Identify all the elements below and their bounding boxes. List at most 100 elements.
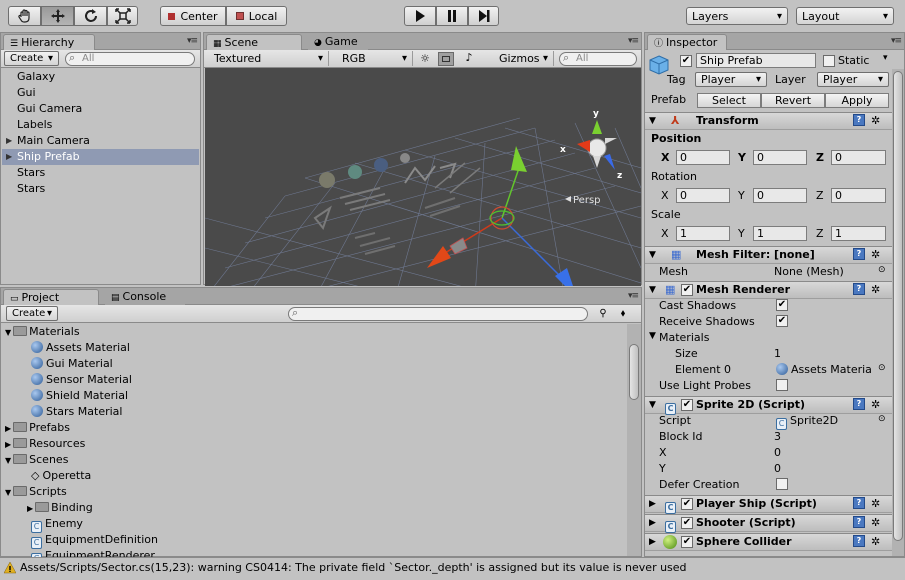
shooter-enabled-checkbox[interactable]: ✔: [681, 517, 693, 529]
panel-menu-icon[interactable]: ▾≡: [891, 36, 902, 46]
sprite2d-header[interactable]: ▼ C ✔ Sprite 2D (Script) ? ✲: [645, 396, 904, 415]
tab-game[interactable]: ◕ Game: [308, 34, 368, 50]
folder-closed-arrow-icon[interactable]: ▶: [5, 440, 11, 449]
rotation-x-field[interactable]: 0: [676, 188, 730, 203]
help-book-icon[interactable]: ?: [853, 497, 865, 509]
rotate-tool-button[interactable]: [74, 6, 107, 26]
object-picker-icon[interactable]: ⊙: [878, 363, 886, 373]
object-picker-icon[interactable]: ⊙: [878, 414, 886, 424]
settings-gear-icon[interactable]: ✲: [871, 247, 880, 263]
folder-open-arrow-icon[interactable]: ▼: [5, 328, 11, 337]
settings-gear-icon[interactable]: ✲: [871, 113, 880, 129]
block-id-field[interactable]: 3: [774, 430, 781, 443]
move-gizmo[interactable]: [427, 146, 577, 286]
sphere-collider-enabled-checkbox[interactable]: ✔: [681, 536, 693, 548]
mesh-filter-header[interactable]: ▼ ▦ Mesh Filter: [none] ? ✲: [645, 246, 904, 264]
materials-foldout-icon[interactable]: ▼: [649, 331, 656, 341]
project-item[interactable]: Sensor Material: [31, 372, 132, 388]
play-button[interactable]: [404, 6, 436, 26]
project-item[interactable]: ▼ Materials: [5, 324, 80, 340]
step-button[interactable]: [468, 6, 499, 26]
tab-inspector[interactable]: ⓘ Inspector: [647, 34, 727, 50]
receive-shadows-checkbox[interactable]: ✔: [776, 315, 788, 327]
folder-closed-arrow-icon[interactable]: ▶: [5, 424, 11, 433]
hierarchy-item[interactable]: Stars: [2, 165, 199, 181]
project-item[interactable]: ▶ Binding: [27, 500, 93, 516]
static-dropdown-arrow-icon[interactable]: ▾: [883, 53, 888, 63]
prefab-apply-button[interactable]: Apply: [825, 93, 889, 108]
project-item[interactable]: ▶ Prefabs: [5, 420, 70, 436]
gizmos-dropdown[interactable]: Gizmos: [494, 51, 554, 66]
sprite2d-enabled-checkbox[interactable]: ✔: [681, 399, 693, 411]
tab-scene[interactable]: ▦ Scene: [206, 34, 302, 50]
use-light-probes-checkbox[interactable]: [776, 379, 788, 391]
sphere-collider-header[interactable]: ▶ ✔ Sphere Collider ? ✲: [645, 533, 904, 551]
help-book-icon[interactable]: ?: [853, 516, 865, 528]
object-name-field[interactable]: Ship Prefab: [696, 53, 816, 68]
project-item[interactable]: C Enemy: [31, 516, 83, 533]
status-bar[interactable]: Assets/Scripts/Sector.cs(15,23): warning…: [0, 557, 905, 577]
help-book-icon[interactable]: ?: [853, 248, 865, 260]
pivot-center-button[interactable]: Center: [160, 6, 226, 26]
project-scrollbar-thumb[interactable]: [629, 344, 639, 400]
shooter-header[interactable]: ▶ C ✔ Shooter (Script) ? ✲: [645, 514, 904, 533]
project-item[interactable]: ▼ Scripts: [5, 484, 67, 500]
image-effects-toggle-icon[interactable]: [438, 52, 454, 66]
sprite-x-field[interactable]: 0: [774, 446, 781, 459]
project-item[interactable]: Shield Material: [31, 388, 128, 404]
hierarchy-item[interactable]: Labels: [2, 117, 199, 133]
expand-arrow-icon[interactable]: ▶: [6, 149, 12, 165]
player-ship-enabled-checkbox[interactable]: ✔: [681, 498, 693, 510]
project-item[interactable]: ▼ Scenes: [5, 452, 68, 468]
folder-open-arrow-icon[interactable]: ▼: [5, 456, 11, 465]
project-item[interactable]: ▶ Resources: [5, 436, 85, 452]
position-z-field[interactable]: 0: [831, 150, 886, 165]
layers-dropdown[interactable]: Layers: [686, 7, 788, 25]
panel-menu-icon[interactable]: ▾≡: [628, 291, 639, 301]
cast-shadows-checkbox[interactable]: ✔: [776, 299, 788, 311]
folder-closed-arrow-icon[interactable]: ▶: [27, 504, 33, 513]
player-ship-header[interactable]: ▶ C ✔ Player Ship (Script) ? ✲: [645, 495, 904, 514]
project-item[interactable]: Gui Material: [31, 356, 113, 372]
layer-dropdown[interactable]: Player: [817, 72, 889, 87]
hierarchy-item[interactable]: Gui Camera: [2, 101, 199, 117]
hierarchy-create-dropdown[interactable]: Create: [4, 51, 59, 66]
render-mode-dropdown[interactable]: Textured: [209, 51, 329, 66]
tab-console[interactable]: ▤ Console: [105, 289, 185, 305]
settings-gear-icon[interactable]: ✲: [871, 515, 880, 531]
layout-dropdown[interactable]: Layout: [796, 7, 894, 25]
hierarchy-item[interactable]: Gui: [2, 85, 199, 101]
panel-menu-icon[interactable]: ▾≡: [187, 36, 198, 46]
filter-by-label-icon[interactable]: ⬧: [615, 306, 631, 321]
mesh-renderer-enabled-checkbox[interactable]: ✔: [681, 284, 693, 296]
hierarchy-item[interactable]: ▶ Main Camera: [2, 133, 199, 149]
help-book-icon[interactable]: ?: [853, 283, 865, 295]
project-item[interactable]: Stars Material: [31, 404, 122, 420]
position-y-field[interactable]: 0: [753, 150, 807, 165]
hierarchy-item[interactable]: Galaxy: [2, 69, 199, 85]
hierarchy-item[interactable]: Stars: [2, 181, 199, 197]
hand-tool-button[interactable]: [8, 6, 41, 26]
inspector-scrollbar-thumb[interactable]: [893, 71, 903, 541]
color-mode-dropdown[interactable]: RGB: [337, 51, 413, 66]
settings-gear-icon[interactable]: ✲: [871, 496, 880, 512]
project-scrollbar[interactable]: [627, 324, 641, 556]
orientation-gizmo[interactable]: y x z: [560, 109, 622, 181]
tab-hierarchy[interactable]: ☰ Hierarchy: [3, 34, 95, 50]
mesh-renderer-header[interactable]: ▼ ▦ ✔ Mesh Renderer ? ✲: [645, 281, 904, 299]
panel-menu-icon[interactable]: ▾≡: [628, 36, 639, 46]
settings-gear-icon[interactable]: ✲: [871, 534, 880, 550]
scene-viewport[interactable]: y x z Persp: [205, 68, 641, 286]
move-tool-button[interactable]: [41, 6, 74, 26]
rotation-y-field[interactable]: 0: [753, 188, 807, 203]
prefab-select-button[interactable]: Select: [697, 93, 761, 108]
position-x-field[interactable]: 0: [676, 150, 730, 165]
static-checkbox[interactable]: [823, 55, 835, 67]
help-book-icon[interactable]: ?: [853, 535, 865, 547]
scale-tool-button[interactable]: [107, 6, 138, 26]
help-book-icon[interactable]: ?: [853, 114, 865, 126]
scale-y-field[interactable]: 1: [753, 226, 807, 241]
pause-button[interactable]: [436, 6, 468, 26]
pivot-local-button[interactable]: Local: [226, 6, 287, 26]
project-item[interactable]: CEquipmentRenderer: [31, 548, 155, 557]
